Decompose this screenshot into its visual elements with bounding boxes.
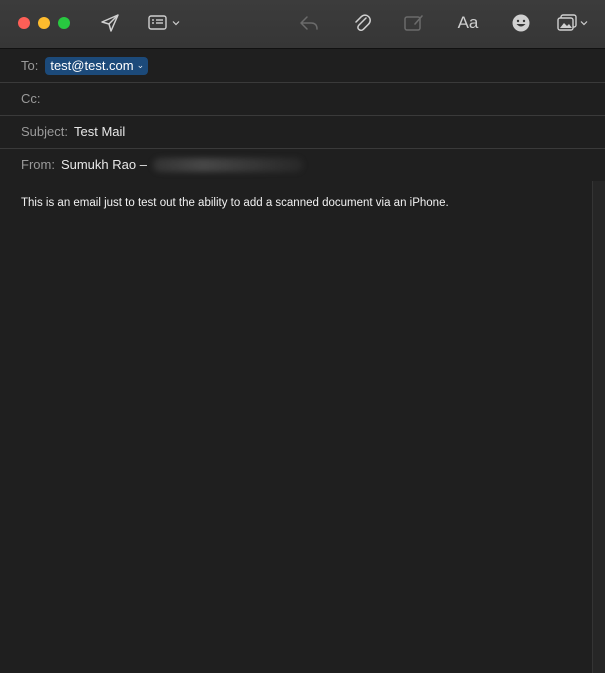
compose-window: Aa To: test@test.com ⌄ Cc: Subject: Test… [0, 0, 605, 673]
message-body-text[interactable]: This is an email just to test out the ab… [21, 197, 449, 209]
send-button[interactable] [98, 10, 122, 36]
reply-arrow-icon [300, 16, 318, 30]
recipient-address: test@test.com [50, 57, 134, 73]
message-body[interactable]: This is an email just to test out the ab… [0, 181, 593, 673]
format-button[interactable]: Aa [454, 10, 482, 36]
scrollbar[interactable] [592, 181, 605, 673]
markup-button[interactable] [402, 10, 426, 36]
paper-plane-icon [101, 14, 119, 32]
to-field: To: test@test.com ⌄ [0, 49, 605, 83]
photo-browser-button[interactable] [554, 10, 590, 36]
to-label: To: [21, 58, 39, 73]
subject-field[interactable]: Subject: Test Mail [0, 115, 605, 149]
subject-label: Subject: [21, 124, 68, 139]
close-window-button[interactable] [18, 17, 30, 29]
from-label: From: [21, 157, 55, 172]
minimize-window-button[interactable] [38, 17, 50, 29]
reply-button[interactable] [297, 10, 321, 36]
from-field[interactable]: From: Sumukh Rao – [0, 148, 605, 182]
cc-field[interactable]: Cc: [0, 82, 605, 116]
photo-icon [557, 14, 577, 31]
chevron-down-icon [172, 21, 180, 26]
cc-label: Cc: [21, 91, 41, 106]
smiley-icon [512, 14, 530, 32]
chevron-down-icon: ⌄ [136, 59, 145, 70]
chevron-down-icon [580, 21, 588, 26]
paperclip-icon [355, 14, 371, 32]
emoji-button[interactable] [509, 10, 533, 36]
header-fields-button[interactable] [146, 10, 182, 36]
toolbar: Aa [0, 0, 605, 49]
from-account[interactable]: Sumukh Rao – [61, 157, 147, 172]
subject-input[interactable]: Test Mail [74, 124, 125, 139]
redacted-email [152, 157, 303, 172]
attach-button[interactable] [350, 10, 374, 36]
markup-pencil-icon [404, 15, 423, 31]
recipient-token[interactable]: test@test.com ⌄ [45, 56, 149, 75]
maximize-window-button[interactable] [58, 17, 70, 29]
list-window-icon [148, 15, 167, 30]
